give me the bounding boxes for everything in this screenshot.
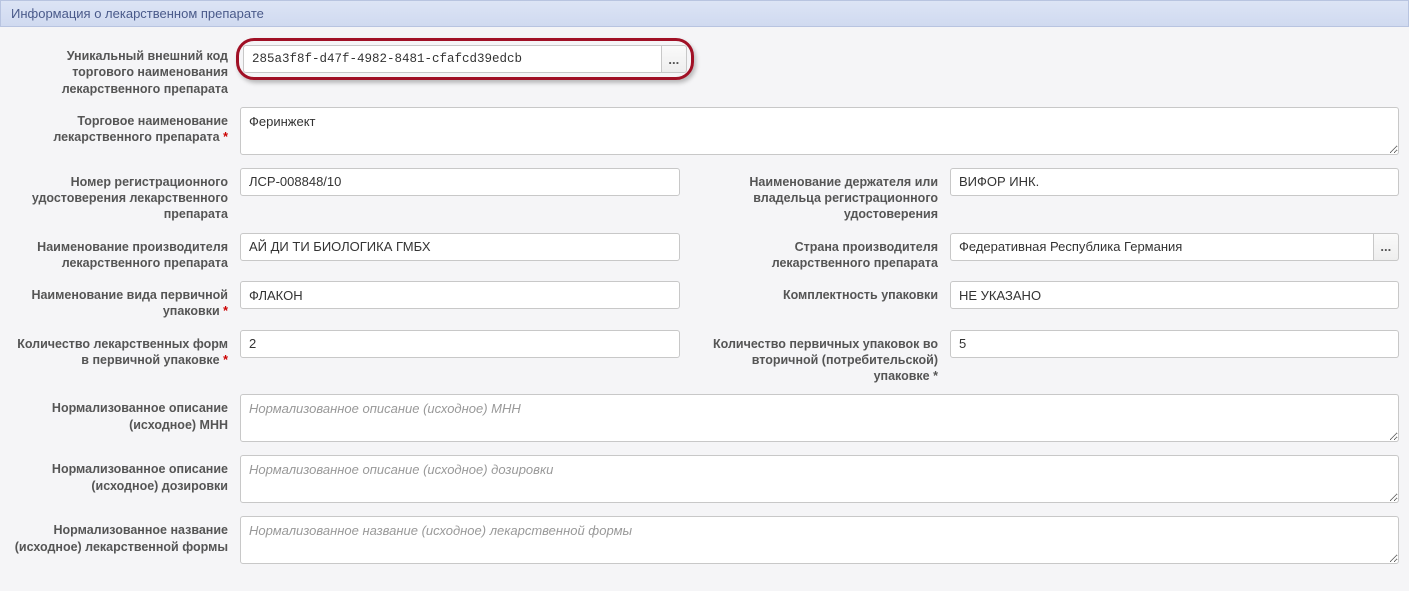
label-reg-cert-num: Номер регистрационного удостоверения лек… — [10, 168, 240, 223]
row-manufacturer: Наименование производителя лекарственног… — [10, 233, 1399, 272]
manufacturer-country-lookup-button[interactable]: ... — [1373, 233, 1399, 261]
norm-mnn-input[interactable] — [240, 394, 1399, 442]
row-unique-code: Уникальный внешний код торгового наимено… — [10, 42, 1399, 97]
form-area: Уникальный внешний код торгового наимено… — [0, 27, 1409, 577]
pack-completeness-input[interactable] — [950, 281, 1399, 309]
norm-form-input[interactable] — [240, 516, 1399, 564]
label-unique-code: Уникальный внешний код торгового наимено… — [10, 42, 240, 97]
row-reg-holder: Номер регистрационного удостоверения лек… — [10, 168, 1399, 223]
primary-in-secondary-input[interactable] — [950, 330, 1399, 358]
row-norm-mnn: Нормализованное описание (исходное) МНН — [10, 394, 1399, 445]
label-pack-completeness: Комплектность упаковки — [700, 281, 950, 303]
unique-code-input[interactable] — [243, 45, 661, 73]
panel-header: Информация о лекарственном препарате — [0, 0, 1409, 27]
manufacturer-country-input[interactable] — [950, 233, 1373, 261]
primary-pack-type-input[interactable] — [240, 281, 680, 309]
label-manufacturer-country: Страна производителя лекарственного преп… — [700, 233, 950, 272]
norm-dosage-input[interactable] — [240, 455, 1399, 503]
holder-name-input[interactable] — [950, 168, 1399, 196]
trade-name-input[interactable] — [240, 107, 1399, 155]
forms-in-primary-input[interactable] — [240, 330, 680, 358]
row-norm-form: Нормализованное название (исходное) лека… — [10, 516, 1399, 567]
label-primary-in-secondary: Количество первичных упаковок во вторичн… — [700, 330, 950, 385]
label-trade-name: Торговое наименование лекарственного пре… — [10, 107, 240, 146]
label-manufacturer: Наименование производителя лекарственног… — [10, 233, 240, 272]
unique-code-lookup-button[interactable]: ... — [661, 45, 687, 73]
panel-title: Информация о лекарственном препарате — [11, 6, 264, 21]
label-norm-dosage: Нормализованное описание (исходное) дози… — [10, 455, 240, 494]
label-forms-in-primary: Количество лекарственных форм в первично… — [10, 330, 240, 369]
row-packaging: Наименование вида первичной упаковки * К… — [10, 281, 1399, 320]
reg-cert-num-input[interactable] — [240, 168, 680, 196]
row-counts: Количество лекарственных форм в первично… — [10, 330, 1399, 385]
row-trade-name: Торговое наименование лекарственного пре… — [10, 107, 1399, 158]
label-norm-mnn: Нормализованное описание (исходное) МНН — [10, 394, 240, 433]
label-primary-pack-type: Наименование вида первичной упаковки * — [10, 281, 240, 320]
row-norm-dosage: Нормализованное описание (исходное) дози… — [10, 455, 1399, 506]
manufacturer-input[interactable] — [240, 233, 680, 261]
label-norm-form: Нормализованное название (исходное) лека… — [10, 516, 240, 555]
label-holder-name: Наименование держателя или владельца рег… — [700, 168, 950, 223]
